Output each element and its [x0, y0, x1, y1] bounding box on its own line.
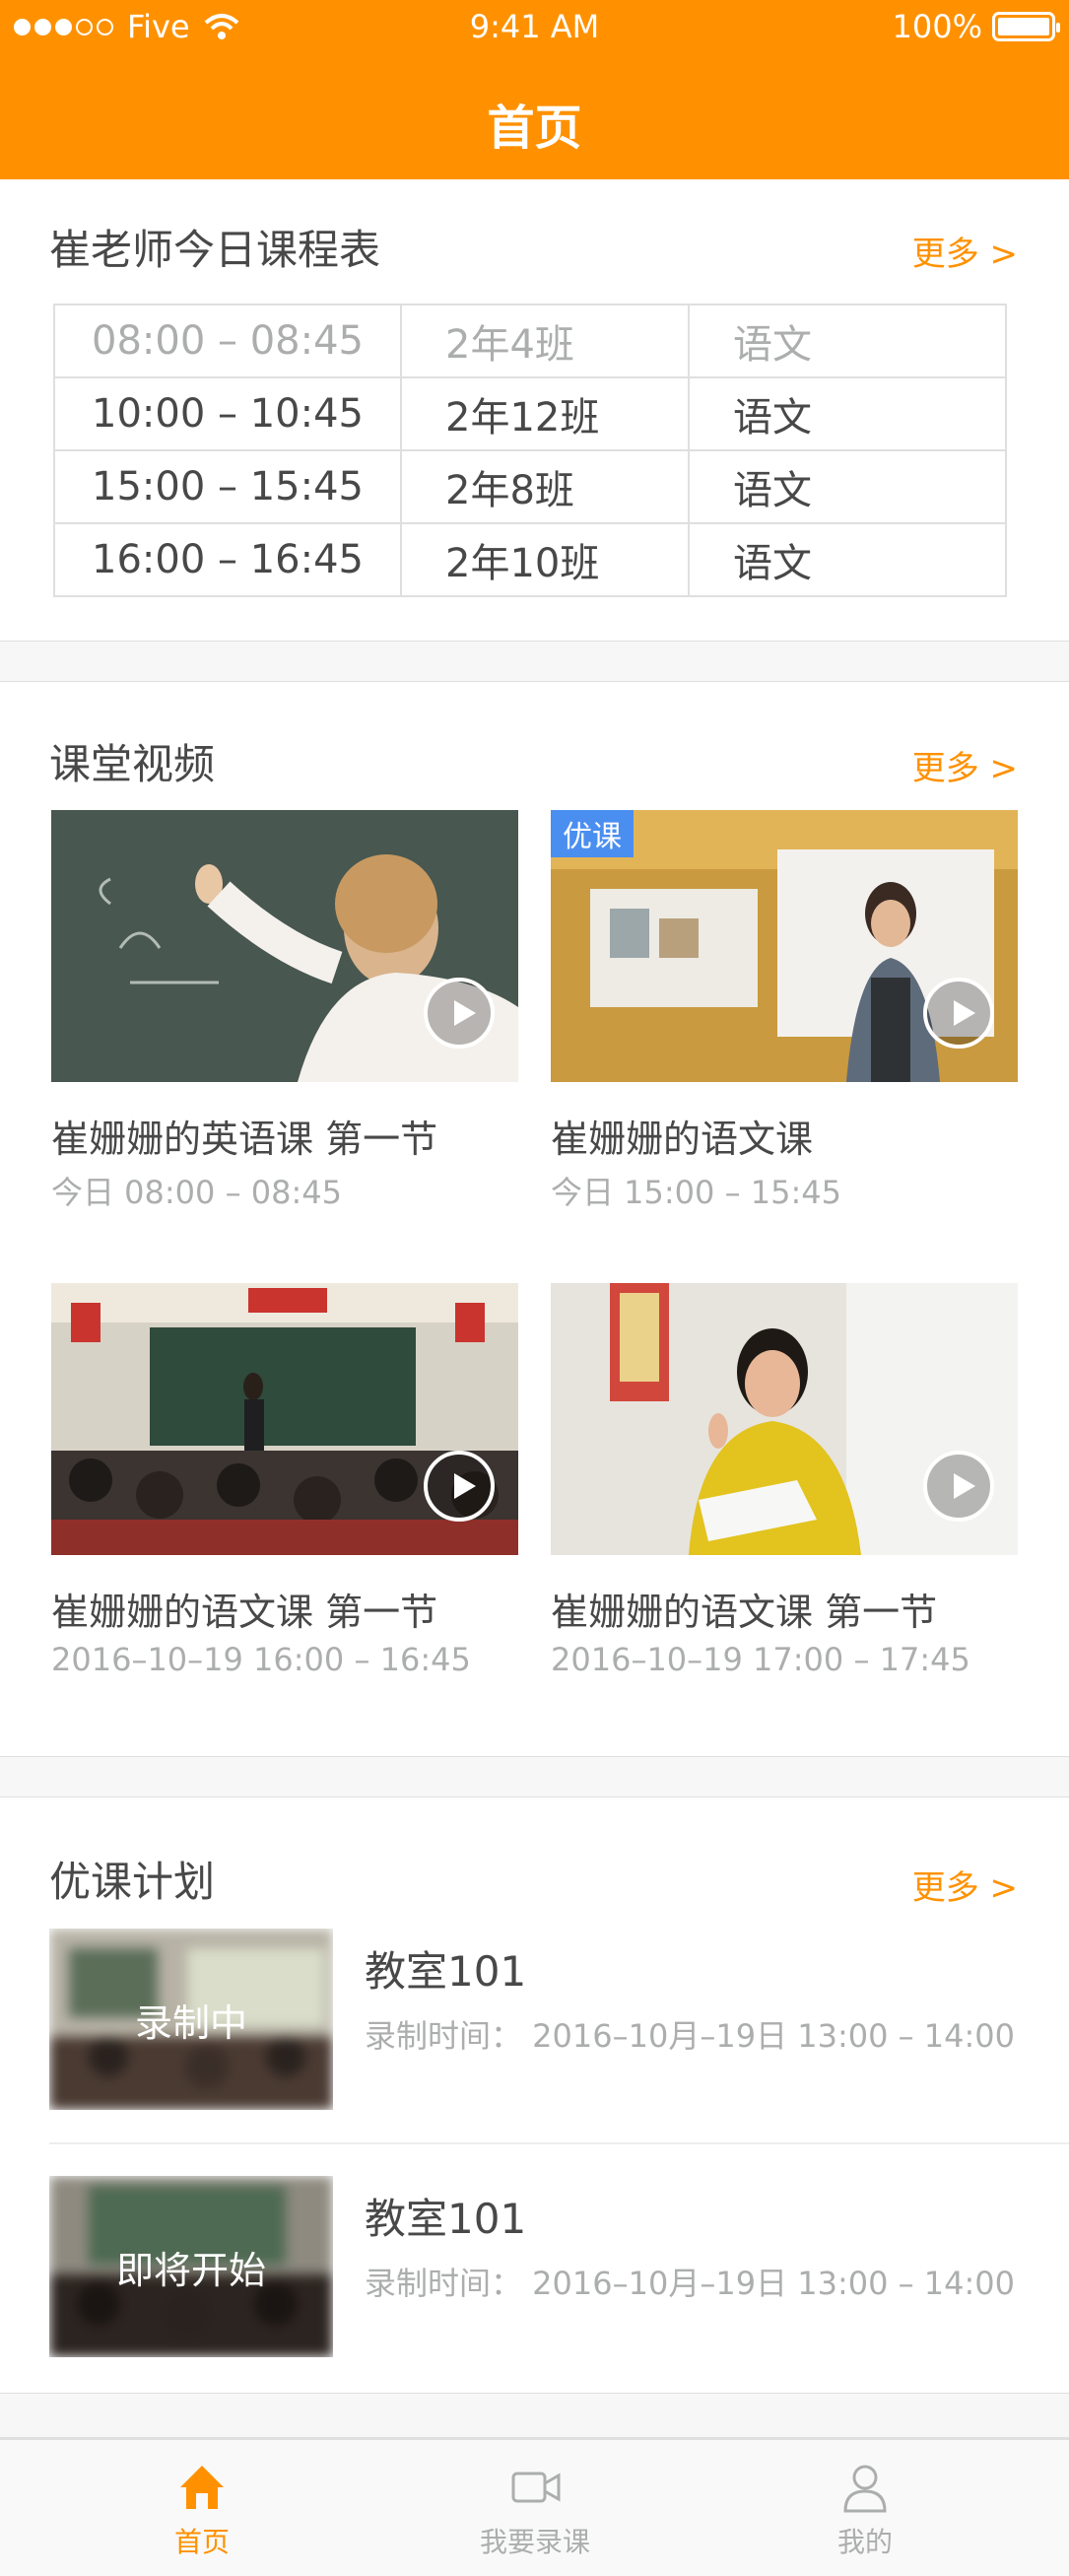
- section-divider: [0, 641, 1069, 682]
- home-screen: Five 9:41 AM 100% 首页 崔老师今日课程表 更多 > 08:00…: [0, 0, 1069, 2576]
- video-title: 崔姗姗的语文课: [551, 1118, 814, 1161]
- schedule-subject: 语文: [688, 522, 1007, 597]
- schedule-row[interactable]: 10:00 – 10:45 2年12班 语文: [53, 376, 1007, 451]
- play-icon[interactable]: [923, 1451, 994, 1522]
- schedule-class: 2年10班: [400, 522, 690, 597]
- video-thumbnail[interactable]: [51, 810, 518, 1082]
- schedule-row[interactable]: 08:00 – 08:45 2年4班 语文: [53, 304, 1007, 378]
- page-title: 首页: [487, 101, 582, 156]
- plan-thumbnail: 即将开始: [49, 2176, 333, 2357]
- play-icon[interactable]: [424, 1451, 495, 1522]
- schedule-row[interactable]: 16:00 – 16:45 2年10班 语文: [53, 522, 1007, 597]
- plans-more-link[interactable]: 更多 >: [912, 1861, 1018, 1909]
- play-icon[interactable]: [923, 978, 994, 1049]
- status-bar: Five 9:41 AM 100%: [0, 0, 1069, 55]
- battery-icon: [992, 12, 1060, 41]
- section-divider: [0, 2393, 1069, 2438]
- play-icon[interactable]: [424, 978, 495, 1049]
- plans-title: 优课计划: [49, 1858, 216, 1906]
- tab-mine-label: 我的: [836, 2526, 893, 2558]
- tab-bar: 首页 我要录课 我的: [0, 2438, 1069, 2576]
- schedule-class: 2年12班: [400, 376, 690, 451]
- list-divider: [49, 2142, 1069, 2144]
- battery-status: 100%: [892, 8, 1060, 45]
- plan-time: 录制时间： 2016–10月–19日 13:00 – 14:00: [365, 2017, 1016, 2055]
- video-time: 2016–10–19 16:00 – 16:45: [51, 1641, 471, 1678]
- schedule-time: 15:00 – 15:45: [53, 449, 402, 524]
- schedule-class: 2年4班: [400, 304, 690, 378]
- video-card[interactable]: 崔姗姗的语文课 第一节 2016–10–19 17:00 – 17:45: [551, 1283, 1018, 1678]
- plan-thumbnail: 录制中: [49, 1929, 333, 2110]
- plan-status: 录制中: [134, 2000, 247, 2045]
- video-thumbnail[interactable]: 优课: [551, 810, 1018, 1082]
- video-time: 2016–10–19 17:00 – 17:45: [551, 1641, 970, 1678]
- schedule-time: 16:00 – 16:45: [53, 522, 402, 597]
- plan-status: 即将开始: [115, 2248, 266, 2292]
- schedule-time: 08:00 – 08:45: [53, 304, 402, 378]
- video-title: 崔姗姗的语文课 第一节: [551, 1591, 938, 1634]
- plan-room: 教室101: [365, 2195, 527, 2243]
- schedule-class: 2年8班: [400, 449, 690, 524]
- schedule-subject: 语文: [688, 304, 1007, 378]
- video-camera-icon: [511, 2472, 561, 2503]
- video-thumbnail[interactable]: [51, 1283, 518, 1555]
- videos-title: 课堂视频: [49, 740, 216, 788]
- videos-more-link[interactable]: 更多 >: [912, 741, 1018, 789]
- home-icon: [180, 2466, 224, 2509]
- top-bar: Five 9:41 AM 100% 首页: [0, 0, 1069, 179]
- video-time: 今日 08:00 – 08:45: [51, 1174, 342, 1211]
- plan-item[interactable]: 即将开始 教室101 录制时间： 2016–10月–19日 13:00 – 14…: [49, 2176, 1069, 2373]
- user-icon: [843, 2465, 887, 2513]
- video-time: 今日 15:00 – 15:45: [551, 1174, 841, 1211]
- video-thumbnail[interactable]: [551, 1283, 1018, 1555]
- video-card[interactable]: 崔姗姗的英语课 第一节 今日 08:00 – 08:45: [51, 810, 518, 1211]
- schedule-subject: 语文: [688, 376, 1007, 451]
- schedule-row[interactable]: 15:00 – 15:45 2年8班 语文: [53, 449, 1007, 524]
- schedule-subject: 语文: [688, 449, 1007, 524]
- video-card[interactable]: 优课 崔姗姗的语文课 今日 15:00 – 15:45: [551, 810, 1018, 1211]
- schedule-time: 10:00 – 10:45: [53, 376, 402, 451]
- schedule-table: 08:00 – 08:45 2年4班 语文 10:00 – 10:45 2年12…: [53, 304, 1007, 597]
- schedule-more-link[interactable]: 更多 >: [912, 227, 1018, 275]
- tab-home[interactable]: 首页: [128, 2460, 276, 2560]
- video-title: 崔姗姗的语文课 第一节: [51, 1591, 438, 1634]
- plan-time: 录制时间： 2016–10月–19日 13:00 – 14:00: [365, 2265, 1016, 2302]
- video-card[interactable]: 崔姗姗的语文课 第一节 2016–10–19 16:00 – 16:45: [51, 1283, 518, 1678]
- tab-record[interactable]: 我要录课: [461, 2460, 609, 2560]
- plan-room: 教室101: [365, 1947, 527, 1996]
- section-divider: [0, 1756, 1069, 1797]
- plan-item[interactable]: 录制中 教室101 录制时间： 2016–10月–19日 13:00 – 14:…: [49, 1929, 1069, 2126]
- video-title: 崔姗姗的英语课 第一节: [51, 1118, 438, 1161]
- battery-percent: 100%: [892, 8, 982, 45]
- schedule-title: 崔老师今日课程表: [49, 226, 381, 274]
- premium-badge: 优课: [551, 810, 634, 857]
- tab-record-label: 我要录课: [479, 2526, 590, 2558]
- tab-home-label: 首页: [173, 2526, 230, 2558]
- tab-mine[interactable]: 我的: [791, 2460, 939, 2560]
